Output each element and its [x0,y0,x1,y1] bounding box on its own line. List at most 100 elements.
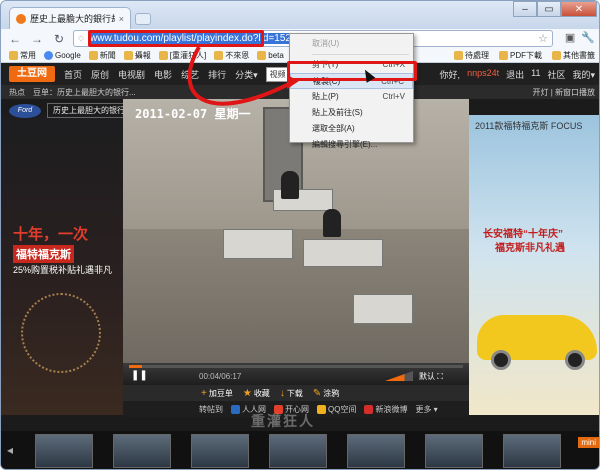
weibo-icon [364,404,374,414]
download-icon: ↓ [279,387,285,399]
tab-close-icon[interactable]: × [119,14,124,24]
breadcrumb-hot[interactable]: 热点 [9,87,25,98]
quality-fullscreen[interactable]: 默认 ⛶ [419,371,443,382]
video-frame-desk [353,294,413,324]
folder-icon [88,50,98,60]
community-link[interactable]: 社区 [547,68,565,81]
video-thumbnail[interactable] [191,434,249,468]
browser-tab[interactable]: 歷史上最膽大的銀行劫匪... × [9,7,131,29]
menu-paste-and-go[interactable]: 貼上及前往(S) [290,105,413,121]
folder-icon [499,51,508,60]
menu-undo[interactable]: 取消(U) [290,36,413,52]
pause-button[interactable]: ❚❚ [131,371,148,381]
folder-icon [454,51,463,60]
nav-item[interactable]: 电影 [154,68,172,81]
video-timestamp-overlay: 2011-02-07 星期一 [135,107,251,121]
tab-title: 歷史上最膽大的銀行劫匪... [30,14,115,24]
nav-item[interactable]: 首页 [64,68,82,81]
video-thumbnail[interactable] [35,434,93,468]
menu-edit-search-engines[interactable]: 編輯搜尋引擎(E)... [290,137,413,153]
back-icon[interactable]: ← [7,31,23,47]
ad-line1: 长安福特“十年庆” [483,229,563,240]
doodle-button[interactable]: ✎ 涂鸦 [313,388,339,399]
ad-offer: 25%购置税补贴礼遇非凡 [13,265,113,275]
wrench-icon[interactable]: 🔧 [581,31,595,44]
reload-icon[interactable]: ↻ [51,31,67,47]
favorite-button[interactable]: ★ 收藏 [243,388,270,399]
volume-slider[interactable] [385,371,413,381]
tudou-favicon-icon [16,13,26,24]
bookmark-item[interactable]: 待處理 [454,50,489,61]
new-tab-button[interactable] [135,13,151,25]
add-to-playlist-button[interactable]: + 加豆单 [201,388,233,399]
caret-left-icon[interactable]: ◂ [7,443,13,457]
ad-title: 2011款福特福克斯 FOCUS [475,121,583,131]
progress-fill [129,365,143,368]
bookmark-item[interactable]: 常用 [9,50,36,61]
right-ad-banner[interactable]: 2011款福特福克斯 FOCUS 长安福特“十年庆” 福克斯非凡礼遇 [469,115,599,415]
left-ad-banner[interactable]: 十年，一次 福特福克斯 25%购置税补贴礼遇非凡 [1,115,123,415]
wheel-graphic [491,350,511,370]
share-weibo[interactable]: 新浪微博 [364,404,407,415]
video-thumbnail[interactable] [503,434,561,468]
nav-item[interactable]: 原创 [91,68,109,81]
folder-icon [552,51,561,60]
folder-icon [9,50,18,60]
google-icon [44,50,53,60]
bookmark-item[interactable]: Google [44,50,81,60]
qzone-icon [317,404,326,414]
share-more[interactable]: 更多 ▾ [415,404,437,415]
video-thumbnail[interactable] [425,434,483,468]
share-qzone[interactable]: QQ空间 [317,404,356,415]
bookmark-star-icon[interactable]: ☆ [538,32,548,45]
download-button[interactable]: ↓ 下载 [280,388,303,399]
video-frame-person [281,171,299,199]
message-count[interactable]: 11 [531,68,540,81]
menu-separator [312,54,409,55]
maximize-button[interactable]: ▭ [537,1,561,17]
menu-paste[interactable]: 貼上(P) Ctrl+V [290,89,413,105]
pencil-icon: ✎ [312,387,322,399]
menu-select-all[interactable]: 選取全部(A) [290,121,413,137]
bookmark-item[interactable]: beta [257,50,284,60]
plus-icon: + [201,387,207,399]
tudou-logo[interactable]: 土豆网 [9,66,55,82]
folder-icon [123,50,133,60]
page-info-icon[interactable]: ◌ [74,33,88,44]
video-frame-person [323,209,341,237]
mini-button[interactable]: mini [578,437,599,448]
video-thumbnail[interactable] [347,434,405,468]
breadcrumb-playlist[interactable]: 豆单：历史上最胆大的银行... [33,87,136,98]
video-frame-desk [223,229,293,259]
logout-link[interactable]: 退出 [506,68,524,81]
nav-item[interactable]: 排行 [208,68,226,81]
nav-item[interactable]: 电视剧 [118,68,145,81]
folder-icon [257,50,267,60]
video-frame-desk [303,239,383,267]
nav-item[interactable]: 分类▾ [235,68,258,81]
video-thumbnail[interactable] [269,434,327,468]
window-controls: – ▭ ✕ [513,1,597,17]
minimize-button[interactable]: – [513,1,537,17]
related-videos [1,431,599,469]
page-menu-icon[interactable]: ▣ [565,31,575,44]
progress-bar[interactable] [129,365,463,368]
close-window-button[interactable]: ✕ [561,1,597,17]
bookmark-item[interactable]: [重灌狂人] [158,50,206,61]
my-menu[interactable]: 我的▾ [572,68,595,81]
bookmark-item[interactable]: 攝報 [123,50,151,61]
lights-popout-links[interactable]: 开灯 | 新窗口播放 [532,87,595,98]
bookmark-item[interactable]: 新聞 [88,50,116,61]
share-prefix: 转帖到 [199,404,223,414]
video-thumbnail[interactable] [113,434,171,468]
bookmark-item[interactable]: PDF下載 [499,50,542,61]
forward-icon[interactable]: → [29,31,45,47]
bookmark-item[interactable]: 不來恩 [214,50,249,61]
watermark: 重灌狂人 [251,413,315,429]
video-frame-floor [123,229,469,363]
username-link[interactable]: nnps24t [467,68,499,81]
ad-model: 福特福克斯 [13,245,74,263]
greeting: 你好, [439,70,461,80]
other-bookmarks[interactable]: 其他書籤 [552,50,595,61]
nav-item[interactable]: 综艺 [181,68,199,81]
